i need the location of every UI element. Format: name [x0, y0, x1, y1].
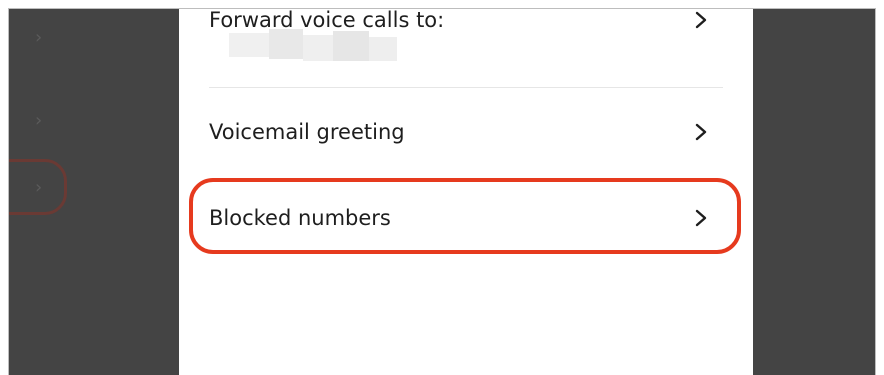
dimmed-background-left: › › ›	[9, 9, 179, 375]
chevron-right-icon: ›	[35, 177, 43, 198]
chevron-right-icon	[695, 11, 707, 29]
blocked-numbers-label: Blocked numbers	[209, 206, 391, 230]
settings-panel: Forward voice calls to: Voicemail greeti…	[179, 9, 753, 375]
chevron-right-icon: ›	[35, 110, 43, 131]
forward-voice-calls-row[interactable]: Forward voice calls to:	[209, 9, 723, 67]
dimmed-background-right	[753, 9, 875, 375]
chevron-right-icon	[695, 209, 707, 227]
blocked-numbers-row[interactable]: Blocked numbers	[209, 205, 723, 245]
voicemail-greeting-row[interactable]: Voicemail greeting	[209, 119, 723, 159]
redacted-phone-number	[229, 29, 397, 65]
app-screenshot: › › › Forward voice calls to: Voicemail …	[8, 8, 876, 375]
voicemail-greeting-label: Voicemail greeting	[209, 120, 405, 144]
chevron-right-icon: ›	[35, 27, 43, 48]
divider	[209, 87, 723, 88]
chevron-right-icon	[695, 123, 707, 141]
